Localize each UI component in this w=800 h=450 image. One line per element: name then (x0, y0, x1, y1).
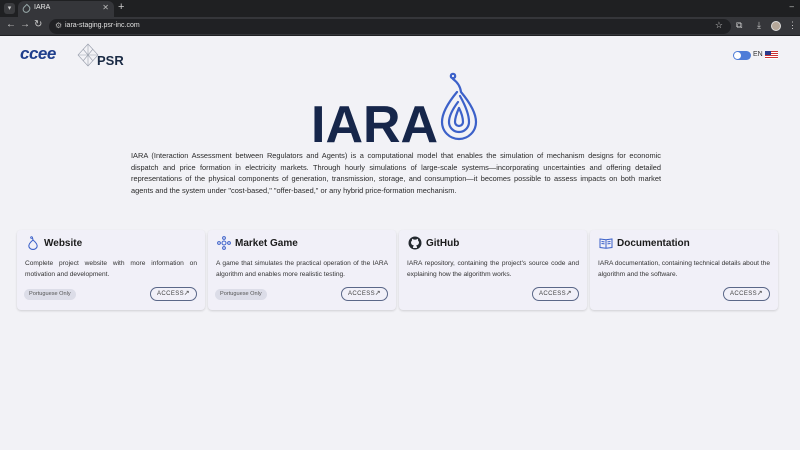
portuguese-only-badge: Portuguese Only (24, 289, 76, 300)
profile-avatar[interactable] (771, 21, 781, 31)
card-title: Documentation (617, 238, 690, 249)
documentation-card: Documentation IARA documentation, contai… (590, 230, 778, 310)
market-game-access-button[interactable]: ACCESS ↗ (341, 287, 388, 301)
molecule-icon (217, 236, 231, 250)
address-bar[interactable]: ⚙ iara-staging.psr-inc.com ☆ (49, 19, 731, 34)
card-description: A game that simulates the practical oper… (216, 260, 388, 278)
site-info-icon[interactable]: ⚙ (55, 21, 62, 30)
card-description: IARA repository, containing the project'… (407, 260, 579, 278)
card-description: Complete project website with more infor… (25, 260, 197, 278)
browser-menu-icon[interactable]: ⋮ (788, 20, 797, 31)
access-label: ACCESS (157, 291, 185, 297)
intro-paragraph: IARA (Interaction Assessment between Reg… (131, 151, 661, 195)
access-label: ACCESS (348, 291, 376, 297)
extensions-icon[interactable]: ⧉ (736, 20, 742, 31)
card-description: IARA documentation, containing technical… (598, 260, 770, 278)
language-toggle[interactable] (733, 51, 751, 60)
window-minimize-icon[interactable]: – (790, 2, 794, 11)
portuguese-only-badge: Portuguese Only (215, 289, 267, 300)
website-card: Website Complete project website with mo… (17, 230, 205, 310)
us-flag-icon (765, 51, 778, 59)
url-text[interactable]: iara-staging.psr-inc.com (65, 22, 140, 29)
website-access-button[interactable]: ACCESS ↗ (150, 287, 197, 301)
external-arrow-icon: ↗ (565, 290, 572, 297)
card-title: Website (44, 238, 83, 249)
language-label: EN (753, 51, 763, 58)
market-game-card: Market Game A game that simulates the pr… (208, 230, 396, 310)
drop-icon (28, 236, 38, 250)
psr-logo[interactable]: PSR (97, 53, 124, 68)
tab-search-button[interactable]: ▾ (4, 3, 15, 14)
browser-tab[interactable]: IARA ✕ (18, 1, 114, 17)
tab-title: IARA (34, 4, 51, 11)
github-access-button[interactable]: ACCESS ↗ (532, 287, 579, 301)
back-icon[interactable]: ← (6, 19, 16, 30)
github-card: GitHub IARA repository, containing the p… (399, 230, 587, 310)
forward-icon[interactable]: → (20, 19, 30, 30)
toggle-knob (734, 52, 741, 59)
favicon-icon (21, 3, 32, 15)
reload-icon[interactable]: ↻ (34, 19, 42, 30)
external-arrow-icon: ↗ (374, 290, 381, 297)
github-icon (408, 236, 422, 250)
browser-toolbar: ← → ↻ ⚙ iara-staging.psr-inc.com ☆ ⧉ ⤓ ⋮ (0, 17, 800, 36)
access-label: ACCESS (539, 291, 567, 297)
bookmark-star-icon[interactable]: ☆ (715, 20, 723, 31)
browser-tab-bar: ▾ IARA ✕ + – (0, 0, 800, 17)
psr-logo-mark-icon (77, 43, 99, 67)
ccee-logo[interactable]: ccee (20, 44, 56, 64)
external-arrow-icon: ↗ (183, 290, 190, 297)
book-icon (599, 238, 613, 249)
download-icon[interactable]: ⤓ (757, 20, 761, 31)
new-tab-button[interactable]: + (118, 1, 124, 13)
tab-close-icon[interactable]: ✕ (102, 3, 109, 12)
iara-drop-logo-icon (440, 72, 478, 141)
access-label: ACCESS (730, 291, 758, 297)
external-arrow-icon: ↗ (756, 290, 763, 297)
documentation-access-button[interactable]: ACCESS ↗ (723, 287, 770, 301)
card-title: GitHub (426, 238, 460, 249)
iara-logo-text: IARA (311, 96, 439, 154)
card-title: Market Game (235, 238, 298, 249)
